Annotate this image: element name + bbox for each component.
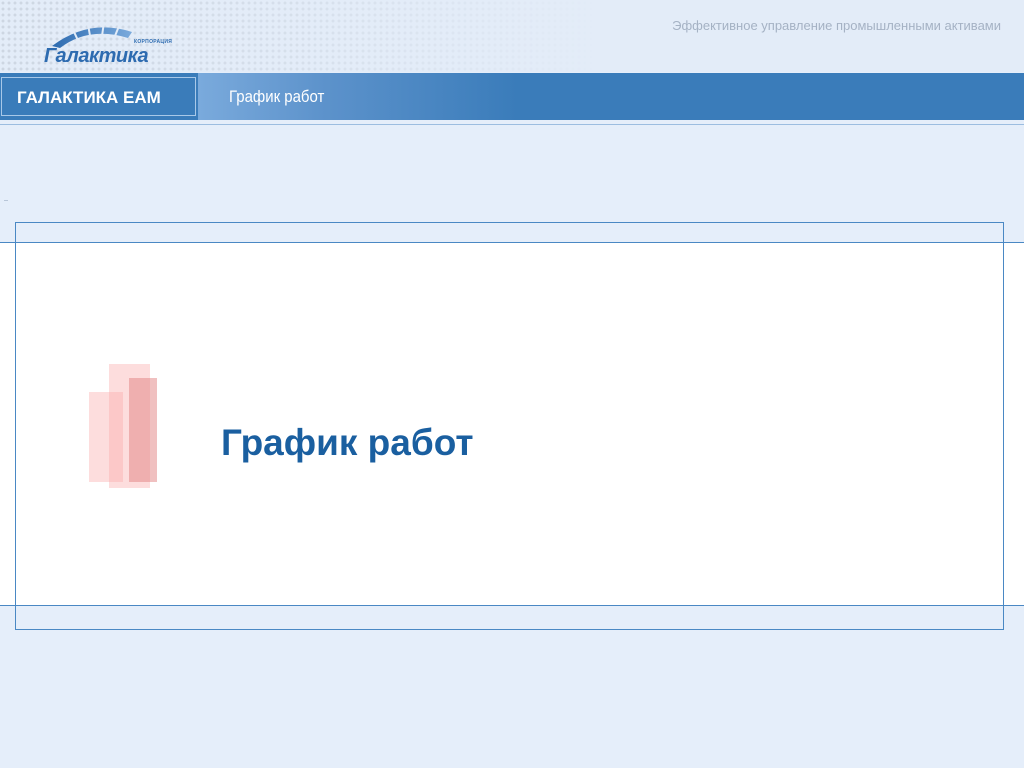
section-title: График работ: [229, 87, 325, 106]
frame-right-line: [1003, 222, 1004, 630]
logo-wordmark: Галактика: [44, 45, 149, 67]
header: КОРПОРАЦИЯ Галактика Эффективное управле…: [0, 0, 1024, 72]
brand-box: ГАЛАКТИКА EAM: [1, 77, 196, 116]
decorative-block-3: [129, 378, 157, 482]
slide-title: График работ: [221, 422, 474, 463]
slide: КОРПОРАЦИЯ Галактика Эффективное управле…: [0, 0, 1024, 768]
brand-label: ГАЛАКТИКА EAM: [17, 88, 161, 107]
frame-left-line: [15, 222, 16, 630]
tagline: Эффективное управление промышленными акт…: [672, 18, 1001, 33]
frame-top-line: [15, 222, 1004, 223]
bar-underline: [0, 124, 1024, 125]
galaktika-logo: КОРПОРАЦИЯ Галактика: [44, 20, 184, 68]
title-bar: ГАЛАКТИКА EAM График работ: [0, 73, 1024, 120]
tiny-mark: [4, 200, 8, 201]
frame-bottom-line: [15, 629, 1004, 630]
